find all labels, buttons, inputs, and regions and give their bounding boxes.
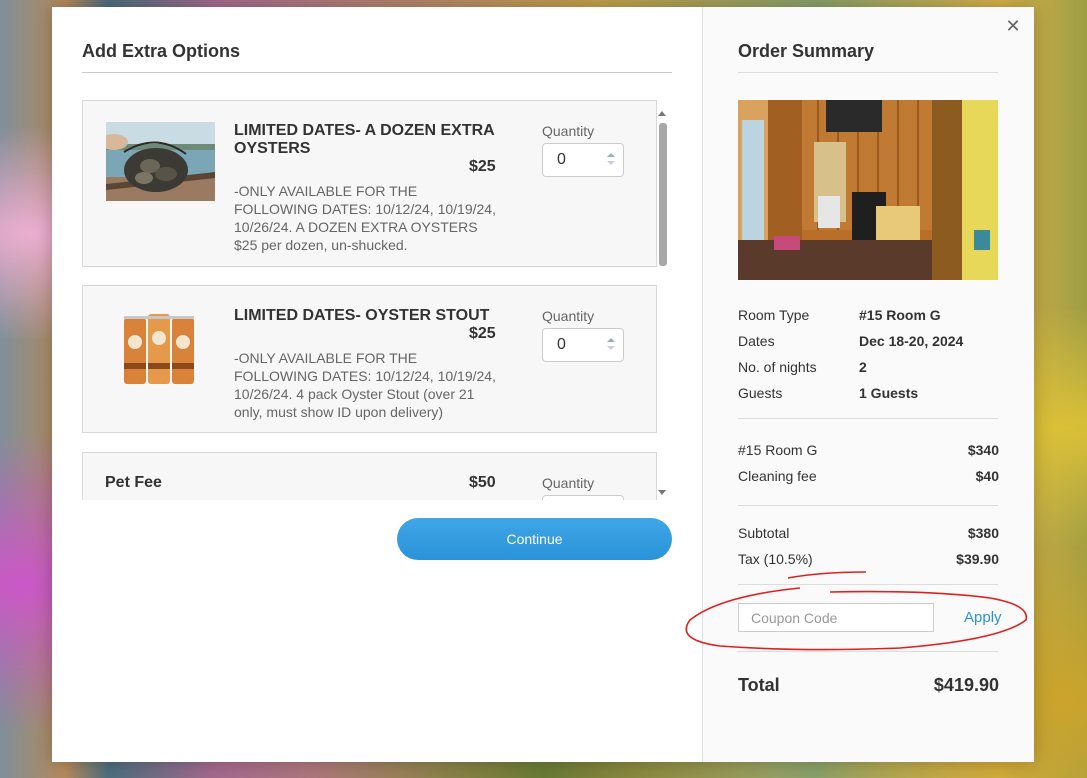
- close-icon[interactable]: ✕: [1004, 17, 1022, 35]
- booking-modal: Add Extra Options LIMITED DATES- A DOZEN…: [52, 7, 1034, 762]
- list-scrollbar[interactable]: [656, 107, 670, 499]
- room-photo: [738, 100, 998, 280]
- summary-title: Order Summary: [738, 41, 875, 61]
- total-label: Total: [738, 675, 780, 695]
- oysters-photo: [106, 122, 215, 201]
- order-summary-panel: ✕ Order Summary Room Type #15 Room G Dat…: [702, 7, 1034, 762]
- detail-label: Guests: [738, 385, 783, 401]
- continue-button[interactable]: Continue: [397, 518, 672, 560]
- quantity-stepper[interactable]: 0: [542, 143, 624, 177]
- spinner-arrows-icon[interactable]: [607, 153, 615, 169]
- subtotal-value: $380: [967, 525, 999, 541]
- quantity-value: 0: [557, 336, 566, 353]
- divider: [738, 584, 998, 585]
- extra-item-description: -ONLY AVAILABLE FOR THE FOLLOWING DATES:…: [234, 350, 496, 420]
- detail-value: #15 Room G: [859, 307, 941, 323]
- detail-value: Dec 18-20, 2024: [859, 333, 964, 349]
- quantity-label: Quantity: [542, 308, 595, 324]
- detail-label: No. of nights: [738, 359, 817, 375]
- apply-coupon-link[interactable]: Apply: [964, 609, 1002, 626]
- scroll-down-arrow-icon[interactable]: [658, 490, 666, 495]
- extra-item-oysters: LIMITED DATES- A DOZEN EXTRA OYSTERS $25…: [82, 100, 657, 267]
- detail-label: Room Type: [738, 307, 810, 323]
- extra-item-title: LIMITED DATES- A DOZEN EXTRA OYSTERS: [234, 122, 495, 157]
- divider: [738, 418, 998, 419]
- tax-value: $39.90: [956, 551, 999, 567]
- spinner-arrows-icon[interactable]: [607, 338, 615, 354]
- coupon-code-input[interactable]: [738, 603, 934, 632]
- divider: [738, 505, 998, 506]
- divider: [738, 72, 998, 73]
- extra-item-description: -ONLY AVAILABLE FOR THE FOLLOWING DATES:…: [234, 183, 496, 253]
- total-value: $419.90: [933, 675, 999, 695]
- extras-title: Add Extra Options: [82, 41, 241, 61]
- quantity-value: 0: [557, 151, 566, 168]
- scroll-thumb[interactable]: [659, 123, 667, 266]
- charge-value: $340: [967, 442, 999, 458]
- charge-label: Cleaning fee: [738, 468, 817, 484]
- quantity-stepper[interactable]: 0: [542, 328, 624, 362]
- extra-item-price: $25: [469, 158, 496, 175]
- extra-item-title: Pet Fee: [105, 474, 162, 491]
- divider: [738, 651, 998, 652]
- detail-label: Dates: [738, 333, 775, 349]
- extras-panel: Add Extra Options LIMITED DATES- A DOZEN…: [52, 7, 702, 762]
- extra-item-pet-fee: Pet Fee $50 Quantity: [82, 452, 657, 500]
- quantity-label: Quantity: [542, 475, 595, 491]
- extra-item-price: $25: [469, 325, 496, 342]
- charge-label: #15 Room G: [738, 442, 818, 458]
- scroll-up-arrow-icon[interactable]: [658, 111, 666, 116]
- charge-value: $40: [975, 468, 999, 484]
- detail-value: 1 Guests: [859, 385, 919, 401]
- tax-label: Tax (10.5%): [738, 551, 813, 567]
- quantity-label: Quantity: [542, 123, 595, 139]
- extra-item-stout: LIMITED DATES- OYSTER STOUT $25 -ONLY AV…: [82, 285, 657, 433]
- subtotal-label: Subtotal: [738, 525, 790, 541]
- detail-value: 2: [859, 359, 867, 375]
- beer-cans-photo: [120, 308, 200, 388]
- quantity-stepper[interactable]: [542, 495, 624, 500]
- extras-list[interactable]: LIMITED DATES- A DOZEN EXTRA OYSTERS $25…: [82, 100, 672, 500]
- extra-item-title: LIMITED DATES- OYSTER STOUT: [234, 307, 490, 324]
- divider: [82, 72, 672, 73]
- extra-item-price: $50: [469, 474, 496, 491]
